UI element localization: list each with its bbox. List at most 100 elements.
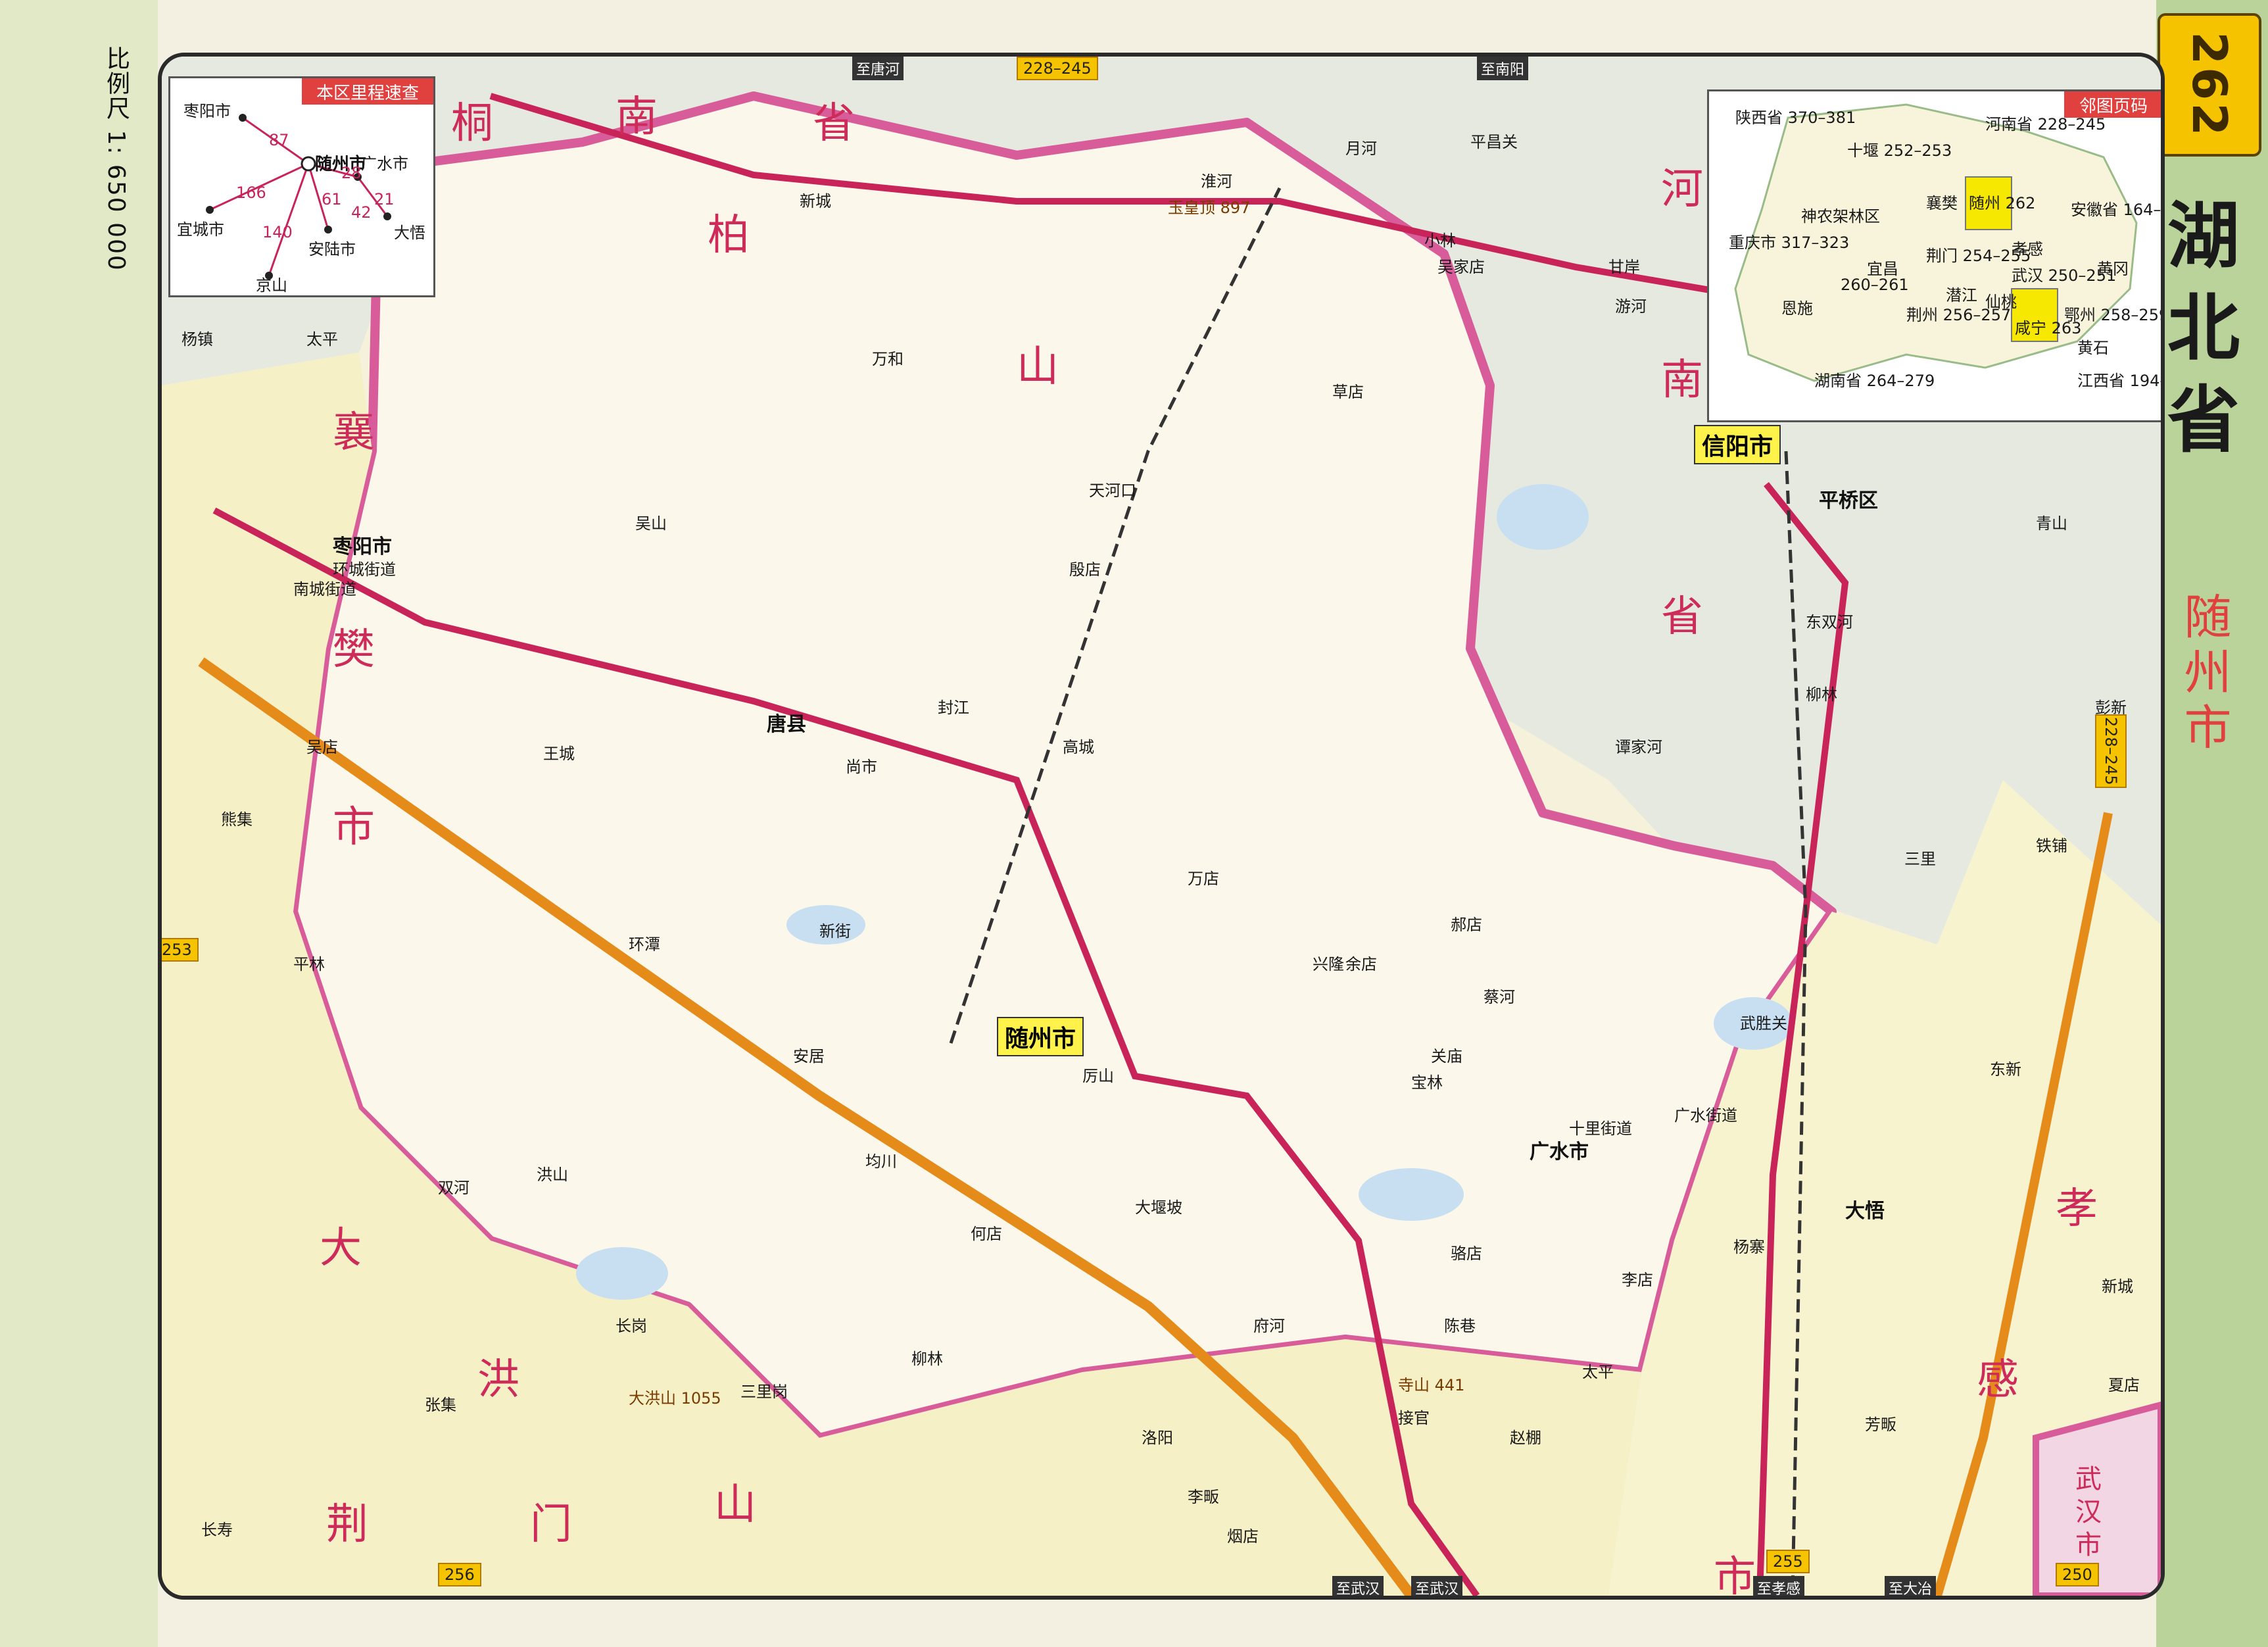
town: 张集 <box>425 1396 456 1414</box>
town: 接官 <box>1398 1409 1430 1427</box>
town: 太平 <box>1582 1363 1614 1381</box>
inset-node <box>206 206 214 214</box>
town: 青山 <box>2036 514 2067 533</box>
town: 谭家河 <box>1615 738 1662 756</box>
page-ref-bottom-left[interactable]: 256 <box>438 1563 481 1586</box>
inset-distance: 87 <box>269 131 289 149</box>
town: 新街 <box>819 922 851 941</box>
inset-distance: 42 <box>351 203 372 222</box>
town: 游河 <box>1615 297 1647 316</box>
page-ref-right[interactable]: 228–245 <box>2095 714 2127 788</box>
nancheng: 南城街道 <box>293 580 356 599</box>
town: 平昌关 <box>1470 133 1518 151</box>
town: 芳畈 <box>1865 1415 1896 1434</box>
town: 李畈 <box>1188 1488 1219 1506</box>
town: 安居 <box>793 1047 825 1066</box>
page-ref-left[interactable]: 253 <box>162 938 199 962</box>
town: 环潭 <box>629 935 660 954</box>
town: 杨寨 <box>1733 1238 1765 1256</box>
minimap-entry: 随州 262 <box>1969 194 2036 212</box>
region-nan: 南 <box>615 93 658 141</box>
minimap-entry: 安徽省 164–181 <box>2071 201 2161 219</box>
region-tong: 桐 <box>451 99 493 148</box>
pingqiao: 平桥区 <box>1819 489 1878 512</box>
town: 长寿 <box>201 1521 233 1539</box>
minimap-entry: 黄石 <box>2077 339 2109 357</box>
town: 高城 <box>1063 738 1094 756</box>
town: 小林 <box>1424 232 1456 250</box>
tangxian: 唐县 <box>767 713 806 736</box>
town: 广水街道 <box>1674 1106 1737 1125</box>
minimap-entry: 潜江 <box>1946 286 1977 305</box>
inset-distance: 28 <box>341 164 362 182</box>
town: 洪山 <box>537 1166 568 1184</box>
minimap-entry: 湖南省 264–279 <box>1814 372 1935 390</box>
town: 新城 <box>800 192 831 210</box>
region-hong: 洪 <box>477 1356 519 1404</box>
page-ref-bottom-mid[interactable]: 255 <box>1766 1550 1810 1573</box>
inset-distance: 166 <box>236 184 266 202</box>
region-bai: 柏 <box>708 211 750 260</box>
town: 太平 <box>306 330 338 349</box>
region-xiao: 孝 <box>2056 1185 2098 1233</box>
minimap-entry: 河南省 228–245 <box>1985 115 2106 134</box>
inset-place: 大悟 <box>394 224 425 242</box>
reservoir-4 <box>1497 484 1589 550</box>
region-men: 门 <box>530 1500 572 1549</box>
peak-yuhuangding: 玉皇顶 897 <box>1168 199 1251 217</box>
minimap-entry: 260–261 <box>1841 276 1909 294</box>
city-tab: 随州市 <box>2176 592 2231 758</box>
region-wuhan-3: 市 <box>2075 1530 2102 1560</box>
town: 赵棚 <box>1510 1429 1541 1447</box>
road-to-xiaogan: 至孝感 <box>1753 1576 1805 1596</box>
town: 余店 <box>1345 955 1377 973</box>
inset-node <box>301 156 316 172</box>
reservoir-3 <box>576 1247 668 1300</box>
minimap-entry: 恩施 <box>1781 299 1813 318</box>
inset-distance: 61 <box>322 190 342 209</box>
minimap-entry: 神农架林区 <box>1801 207 1880 226</box>
left-margin <box>0 0 158 1647</box>
town: 骆店 <box>1451 1244 1482 1263</box>
inset-place: 宜城市 <box>177 220 224 239</box>
minimap-entry: 十堰 252–253 <box>1847 141 1952 160</box>
town: 平林 <box>293 955 325 973</box>
town: 武胜关 <box>1740 1014 1787 1033</box>
town: 双河 <box>438 1179 470 1197</box>
minimap-entry: 江西省 194–207 <box>2077 372 2161 390</box>
inset-distance: 140 <box>262 223 293 241</box>
road-to-tanghe: 至唐河 <box>852 57 904 80</box>
minimap-entry: 襄樊 <box>1926 194 1958 212</box>
town: 宝林 <box>1411 1073 1443 1092</box>
town: 天河口 <box>1089 481 1136 500</box>
town: 吴店 <box>306 738 338 756</box>
minimap-entry: 重庆市 317–323 <box>1729 234 1850 252</box>
town: 关庙 <box>1431 1047 1462 1066</box>
inset-place: 枣阳市 <box>183 102 231 120</box>
city-xinyang: 信阳市 <box>1694 425 1781 464</box>
minimap-entry: 黄冈 <box>2097 260 2129 278</box>
town: 柳林 <box>911 1350 943 1368</box>
map-frame: 河 桐 南 省 柏 山 河 南 省 襄 樊 市 大 洪 山 荆 门 市 孝 感 … <box>158 53 2165 1600</box>
inset-place: 安陆市 <box>308 240 356 258</box>
town: 封江 <box>938 699 969 717</box>
town: 月河 <box>1345 139 1377 158</box>
town: 十里街道 <box>1569 1119 1632 1138</box>
town: 吴山 <box>635 514 667 533</box>
page-ref-bottom-right[interactable]: 250 <box>2056 1563 2099 1586</box>
town: 郝店 <box>1451 916 1482 934</box>
inset-edge <box>268 163 310 276</box>
page-number-box: 262 <box>2158 13 2261 157</box>
region-he-2: 河 <box>1661 165 1703 214</box>
region-nan-2: 南 <box>1661 356 1703 405</box>
region-shi: 市 <box>333 803 375 852</box>
minimap-entry: 咸宁 263 <box>2015 319 2082 337</box>
town: 长岗 <box>615 1317 647 1335</box>
town: 熊集 <box>221 810 253 829</box>
town: 三里 <box>1904 850 1936 868</box>
region-shan-2: 山 <box>714 1481 756 1529</box>
reservoir-2 <box>1359 1168 1464 1221</box>
region-fan: 樊 <box>333 626 375 674</box>
town: 甘岸 <box>1608 258 1640 276</box>
page-ref-top[interactable]: 228–245 <box>1017 57 1098 80</box>
